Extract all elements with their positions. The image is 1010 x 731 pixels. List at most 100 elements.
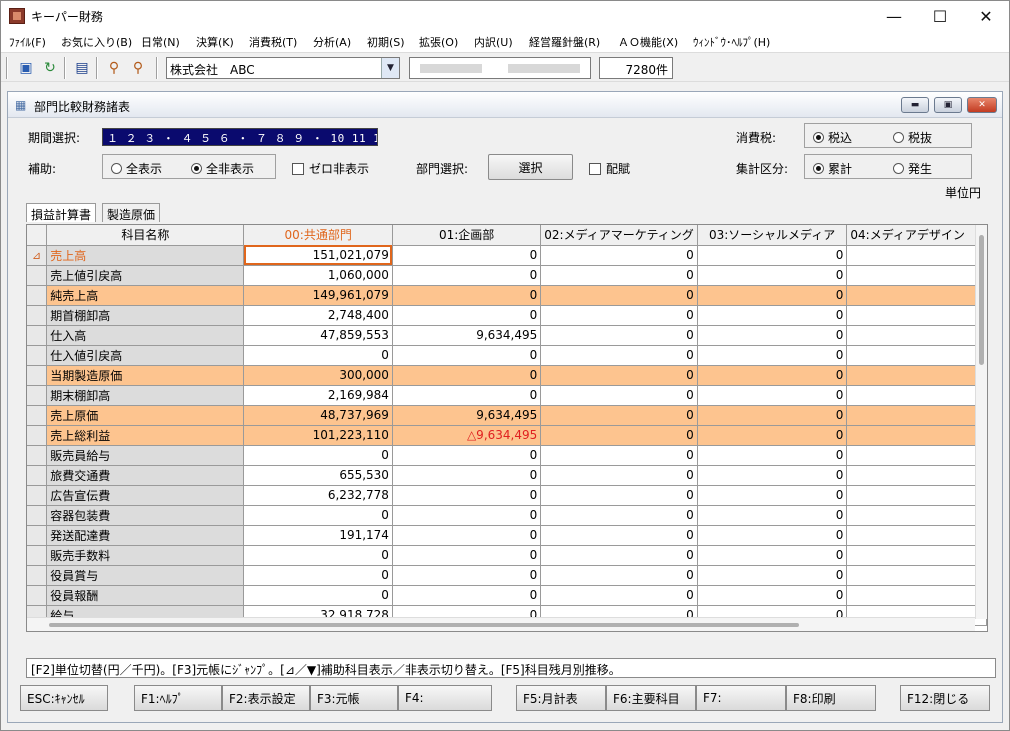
amount-cell[interactable]: 0 — [540, 385, 698, 406]
amount-cell[interactable]: 0 — [697, 425, 848, 446]
amount-cell[interactable]: 0 — [392, 265, 542, 286]
amount-cell[interactable]: 0 — [540, 325, 698, 346]
amount-cell[interactable]: 0 — [540, 485, 698, 506]
amount-cell[interactable] — [846, 385, 987, 406]
table-row[interactable]: 売上値引戻高 1,060,000 0 0 0 — [27, 265, 987, 286]
amount-cell[interactable]: 0 — [540, 285, 698, 306]
agg-occurrence-radio[interactable]: 発生 — [893, 160, 932, 177]
amount-cell[interactable] — [846, 485, 987, 506]
haifu-checkbox[interactable]: 配賦 — [589, 160, 630, 177]
amount-cell[interactable] — [846, 525, 987, 546]
account-name[interactable]: 容器包装費 — [46, 505, 245, 526]
amount-cell[interactable]: 0 — [697, 245, 848, 266]
account-name[interactable]: 売上総利益 — [46, 425, 245, 446]
amount-cell[interactable]: 0 — [243, 585, 393, 606]
amount-cell[interactable]: 0 — [392, 485, 542, 506]
column-header[interactable]: 01:企画部 — [392, 225, 542, 246]
column-header[interactable]: 02:メディアマーケティング — [540, 225, 698, 246]
amount-cell[interactable]: 0 — [697, 345, 848, 366]
tab-manufacturing-cost[interactable]: 製造原価 — [102, 203, 161, 222]
amount-cell[interactable]: 0 — [392, 365, 542, 386]
inner-close-button[interactable]: ✕ — [967, 97, 997, 113]
table-row[interactable]: 売上総利益 101,223,110 △9,634,495 0 0 — [27, 425, 987, 446]
tab-income-statement[interactable]: 損益計算書 — [26, 203, 97, 222]
hojo-all-radio[interactable]: 全表示 — [111, 160, 162, 177]
zero-hide-checkbox[interactable]: ゼロ非表示 — [292, 160, 369, 177]
account-name[interactable]: 販売員給与 — [46, 445, 245, 466]
amount-cell[interactable]: 0 — [697, 325, 848, 346]
amount-cell[interactable] — [846, 545, 987, 566]
menu-file[interactable]: ﾌｧｲﾙ(F) — [9, 34, 46, 50]
amount-cell[interactable]: 0 — [540, 305, 698, 326]
amount-cell[interactable]: 0 — [392, 245, 542, 266]
amount-cell[interactable]: 0 — [540, 345, 698, 366]
amount-cell[interactable]: 0 — [243, 445, 393, 466]
f7-button[interactable]: F7: — [696, 685, 786, 711]
amount-cell[interactable]: 0 — [540, 565, 698, 586]
vertical-scrollbar[interactable] — [975, 225, 987, 619]
amount-cell[interactable]: 0 — [697, 305, 848, 326]
amount-cell[interactable]: 0 — [540, 465, 698, 486]
amount-cell[interactable]: 0 — [392, 505, 542, 526]
amount-cell[interactable] — [846, 285, 987, 306]
monitor-icon[interactable]: ▣ — [16, 58, 36, 78]
column-header[interactable]: 04:メディアデザイン — [846, 225, 987, 246]
scroll-thumb[interactable] — [49, 623, 799, 627]
amount-cell[interactable]: 0 — [540, 405, 698, 426]
amount-cell[interactable]: 655,530 — [243, 465, 393, 486]
menu-ao[interactable]: ＡＯ機能(X) — [618, 34, 678, 50]
inner-minimize-button[interactable]: ▬ — [901, 97, 929, 113]
screen-icon[interactable]: ▤ — [72, 58, 92, 78]
amount-cell[interactable]: 0 — [697, 385, 848, 406]
amount-cell[interactable]: 0 — [697, 365, 848, 386]
department-select-button[interactable]: 選択 — [488, 154, 573, 180]
amount-cell[interactable]: 0 — [392, 385, 542, 406]
account-name[interactable]: 売上原価 — [46, 405, 245, 426]
tax-included-radio[interactable]: 税込 — [813, 129, 852, 146]
account-name[interactable]: 発送配達費 — [46, 525, 245, 546]
amount-cell[interactable]: 0 — [697, 545, 848, 566]
table-row[interactable]: 旅費交通費 655,530 0 0 0 — [27, 465, 987, 486]
menu-analysis[interactable]: 分析(A) — [313, 34, 351, 50]
f2-display-settings-button[interactable]: F2:表示設定 — [222, 685, 310, 711]
minimize-button[interactable]: — — [871, 1, 917, 31]
amount-cell[interactable] — [846, 325, 987, 346]
menu-tax[interactable]: 消費税(T) — [249, 34, 297, 50]
f3-ledger-button[interactable]: F3:元帳 — [310, 685, 398, 711]
zoom-in-icon[interactable]: ⚲ — [104, 58, 124, 78]
amount-cell[interactable]: 9,634,495 — [392, 405, 542, 426]
account-name[interactable]: 仕入値引戻高 — [46, 345, 245, 366]
horizontal-scrollbar[interactable] — [27, 617, 975, 631]
expand-marker-icon[interactable]: ⊿ — [27, 245, 48, 266]
menu-breakdown[interactable]: 内訳(U) — [474, 34, 513, 50]
menu-closing[interactable]: 決算(K) — [196, 34, 234, 50]
menu-initial[interactable]: 初期(S) — [367, 34, 405, 50]
amount-cell[interactable]: 0 — [392, 465, 542, 486]
f12-close-button[interactable]: F12:閉じる — [900, 685, 990, 711]
account-name[interactable]: 販売手数料 — [46, 545, 245, 566]
amount-cell[interactable]: 0 — [540, 585, 698, 606]
f6-main-accounts-button[interactable]: F6:主要科目 — [606, 685, 696, 711]
amount-cell[interactable]: 0 — [243, 545, 393, 566]
amount-cell[interactable] — [846, 465, 987, 486]
amount-cell[interactable]: 2,748,400 — [243, 305, 393, 326]
period-selector[interactable]: １ ２ ３ ・ ４ ５ ６ ・ ７ ８ ９ ・ 10 11 12 決 — [102, 128, 378, 146]
table-row[interactable]: 純売上高 149,961,079 0 0 0 — [27, 285, 987, 306]
amount-cell[interactable]: 0 — [697, 505, 848, 526]
amount-cell[interactable] — [846, 405, 987, 426]
amount-cell[interactable]: 0 — [392, 545, 542, 566]
amount-cell[interactable]: 191,174 — [243, 525, 393, 546]
account-name[interactable]: 役員賞与 — [46, 565, 245, 586]
amount-cell[interactable]: 0 — [540, 505, 698, 526]
refresh-icon[interactable]: ↻ — [40, 58, 60, 78]
amount-cell[interactable]: 0 — [697, 405, 848, 426]
amount-cell[interactable] — [846, 245, 987, 266]
amount-cell[interactable] — [846, 445, 987, 466]
amount-cell[interactable]: 0 — [697, 465, 848, 486]
menu-compass[interactable]: 経営羅針盤(R) — [529, 34, 600, 50]
amount-cell[interactable]: 0 — [243, 345, 393, 366]
table-row[interactable]: 期首棚卸高 2,748,400 0 0 0 — [27, 305, 987, 326]
amount-cell[interactable] — [846, 345, 987, 366]
f1-help-button[interactable]: F1:ﾍﾙﾌﾟ — [134, 685, 222, 711]
table-row[interactable]: 販売手数料 0 0 0 0 — [27, 545, 987, 566]
